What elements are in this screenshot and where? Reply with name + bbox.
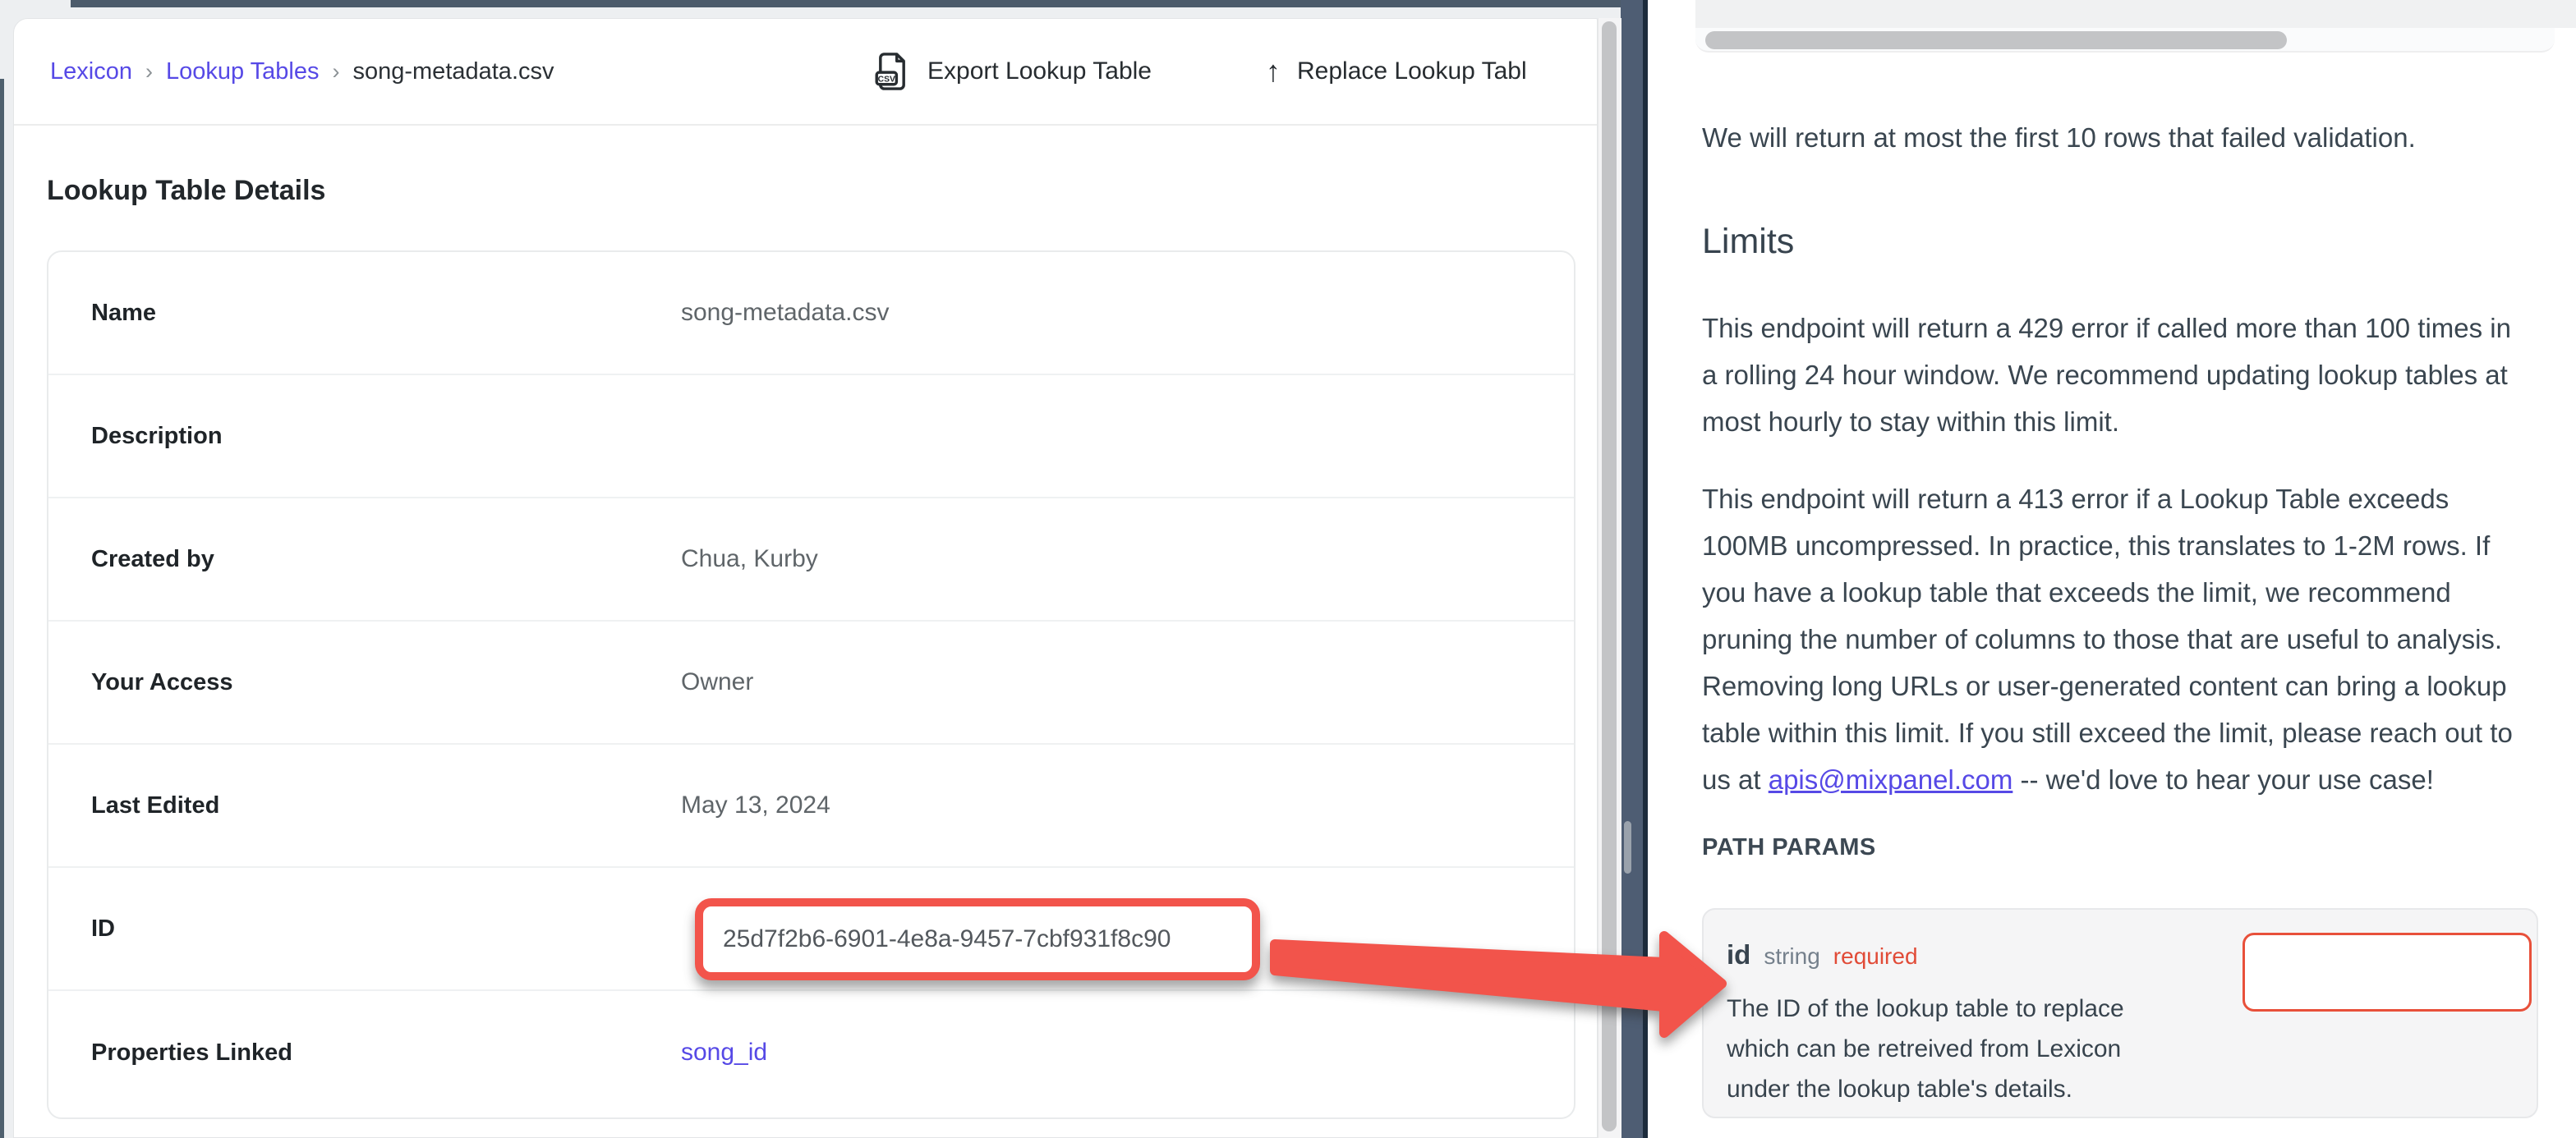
horizontal-scrollbar-thumb[interactable] [1705, 31, 2287, 49]
breadcrumb-link-lexicon[interactable]: Lexicon [50, 58, 132, 85]
param-header: id string required [1727, 939, 1918, 971]
lookup-table-header: Lexicon › Lookup Tables › song-metadata.… [14, 19, 1597, 126]
row-value: song-metadata.csv [681, 299, 889, 327]
row-value: May 13, 2024 [681, 792, 830, 819]
upload-arrow-icon: ↑ [1266, 57, 1281, 86]
paragraph-413-text: This endpoint will return a 413 error if… [1702, 484, 2513, 795]
row-label: Created by [48, 546, 681, 573]
docs-top-strip [1695, 0, 2576, 28]
left-scrollbar-thumb[interactable] [1602, 21, 1617, 1131]
export-lookup-table-button[interactable]: CSV Export Lookup Table [873, 19, 1152, 124]
row-label: Properties Linked [48, 1039, 681, 1067]
row-label: Name [48, 300, 681, 327]
csv-file-icon: CSV [873, 51, 911, 92]
row-value: Owner [681, 668, 753, 696]
property-link[interactable]: song_id [681, 1039, 767, 1066]
param-required-badge: required [1833, 943, 1918, 970]
path-params-label: PATH PARAMS [1702, 834, 1876, 861]
window-divider [1621, 0, 1643, 1138]
row-label: Last Edited [48, 792, 681, 819]
lookup-table-details-card: Namesong-metadata.csv Description Created … [47, 250, 1576, 1119]
param-description: The ID of the lookup table to replace wh… [1727, 989, 2187, 1109]
lookup-table-id-value: 25d7f2b6-6901-4e8a-9457-7cbf931f8c90 [723, 925, 1171, 953]
row-value: Chua, Kurby [681, 545, 818, 573]
validation-note: We will return at most the first 10 rows… [1702, 119, 2540, 157]
row-label: Your Access [48, 669, 681, 696]
support-email-link[interactable]: apis@mixpanel.com [1769, 764, 2013, 795]
limits-paragraph-413: This endpoint will return a 413 error if… [1702, 475, 2530, 803]
replace-button-label: Replace Lookup Tabl [1297, 57, 1527, 85]
path-param-card: id string required The ID of the lookup … [1702, 908, 2538, 1118]
table-row: Namesong-metadata.csv [48, 252, 1574, 375]
window-chrome-left-strip [0, 79, 4, 1138]
row-value[interactable]: song_id [681, 1039, 767, 1067]
table-row: Description [48, 375, 1574, 498]
paragraph-413-text-after: -- we'd love to hear your use case! [2012, 764, 2434, 795]
divider-scrollbar-thumb[interactable] [1624, 821, 1631, 874]
param-id-input[interactable] [2242, 933, 2532, 1012]
row-label: Description [48, 423, 681, 450]
table-row: Your AccessOwner [48, 622, 1574, 745]
row-label: ID [48, 915, 681, 943]
breadcrumb-link-lookup-tables[interactable]: Lookup Tables [166, 58, 320, 85]
breadcrumb-separator: › [332, 59, 339, 85]
table-row: Properties Linkedsong_id [48, 991, 1574, 1114]
table-row: Last EditedMay 13, 2024 [48, 745, 1574, 868]
api-docs-panel: We will return at most the first 10 rows… [1648, 0, 2576, 1138]
replace-lookup-table-button[interactable]: ↑ Replace Lookup Tabl [1266, 19, 1527, 124]
window-chrome-top-bar [71, 0, 1648, 7]
limits-paragraph-429: This endpoint will return a 429 error if… [1702, 305, 2530, 445]
breadcrumb-current-file: song-metadata.csv [352, 58, 554, 85]
param-name: id [1727, 939, 1750, 971]
breadcrumb-separator: › [145, 59, 153, 85]
limits-heading: Limits [1702, 222, 1794, 262]
id-highlight-box: 25d7f2b6-6901-4e8a-9457-7cbf931f8c90 [695, 898, 1260, 980]
param-type: string [1764, 943, 1819, 970]
table-row: Created byChua, Kurby [48, 498, 1574, 622]
page-title: Lookup Table Details [47, 175, 325, 207]
svg-text:CSV: CSV [878, 75, 895, 84]
export-button-label: Export Lookup Table [927, 57, 1152, 85]
screenshot-root: Lexicon › Lookup Tables › song-metadata.… [0, 0, 2576, 1138]
breadcrumb: Lexicon › Lookup Tables › song-metadata.… [50, 19, 554, 124]
